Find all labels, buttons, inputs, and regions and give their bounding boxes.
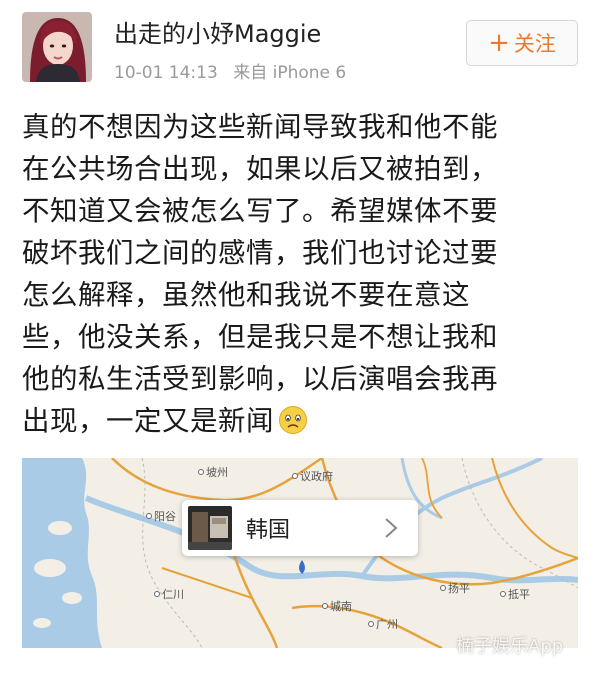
post-line: 出现，一定又是新闻 [22, 405, 274, 437]
username[interactable]: 出走的小妤Maggie [114, 14, 321, 49]
avatar[interactable] [22, 12, 92, 82]
map-label-gwangju: 广州 [368, 616, 398, 632]
post-line: 些，他没关系，但是我只是不想让我和 [22, 321, 498, 353]
sad-face-icon [279, 406, 307, 434]
location-pill[interactable]: 韩国 [182, 500, 418, 556]
follow-label: 关注 [513, 32, 556, 56]
map-label-pazhou: 坡州 [198, 464, 228, 480]
map-label-yangping: 扬平 [440, 580, 470, 596]
post-text: 真的不想因为这些新闻导致我和他不能 在公共场合出现，如果以后又被拍到， 不知道又… [22, 106, 582, 442]
map-label-seongnam: 城南 [322, 598, 352, 614]
map-label-yanggu: 阳谷 [146, 508, 176, 524]
location-thumbnail [188, 506, 232, 550]
post-line: 他的私生活受到影响，以后演唱会我再 [22, 363, 498, 395]
post-line: 真的不想因为这些新闻导致我和他不能 [22, 111, 498, 143]
watermark: 楠子娱乐App [456, 636, 564, 657]
post-source: 来自 iPhone 6 [233, 63, 347, 83]
post-header: 出走的小妤Maggie 10-01 14:13 来自 iPhone 6 + 关注 [0, 0, 600, 96]
avatar-image [22, 12, 92, 82]
post-line: 在公共场合出现，如果以后又被拍到， [22, 153, 498, 185]
map-label-incheon: 仁川 [154, 586, 184, 602]
chevron-right-icon [385, 518, 398, 538]
location-thumbnail-image [188, 506, 232, 550]
map-label-uijeongbu: 议政府 [292, 468, 333, 484]
post-line: 怎么解释，虽然他和我说不要在意这 [22, 279, 470, 311]
post-line-last: 出现，一定又是新闻 [22, 400, 582, 442]
post-meta: 10-01 14:13 来自 iPhone 6 [114, 58, 356, 83]
post-line: 破坏我们之间的感情，我们也讨论过要 [22, 237, 498, 269]
location-name: 韩国 [246, 518, 291, 543]
follow-button[interactable]: + 关注 [466, 20, 578, 66]
plus-icon: + [488, 28, 510, 58]
post-time: 10-01 14:13 [114, 63, 218, 83]
map-label-dipping: 抵平 [500, 586, 530, 602]
post-line: 不知道又会被怎么写了。希望媒体不要 [22, 195, 498, 227]
